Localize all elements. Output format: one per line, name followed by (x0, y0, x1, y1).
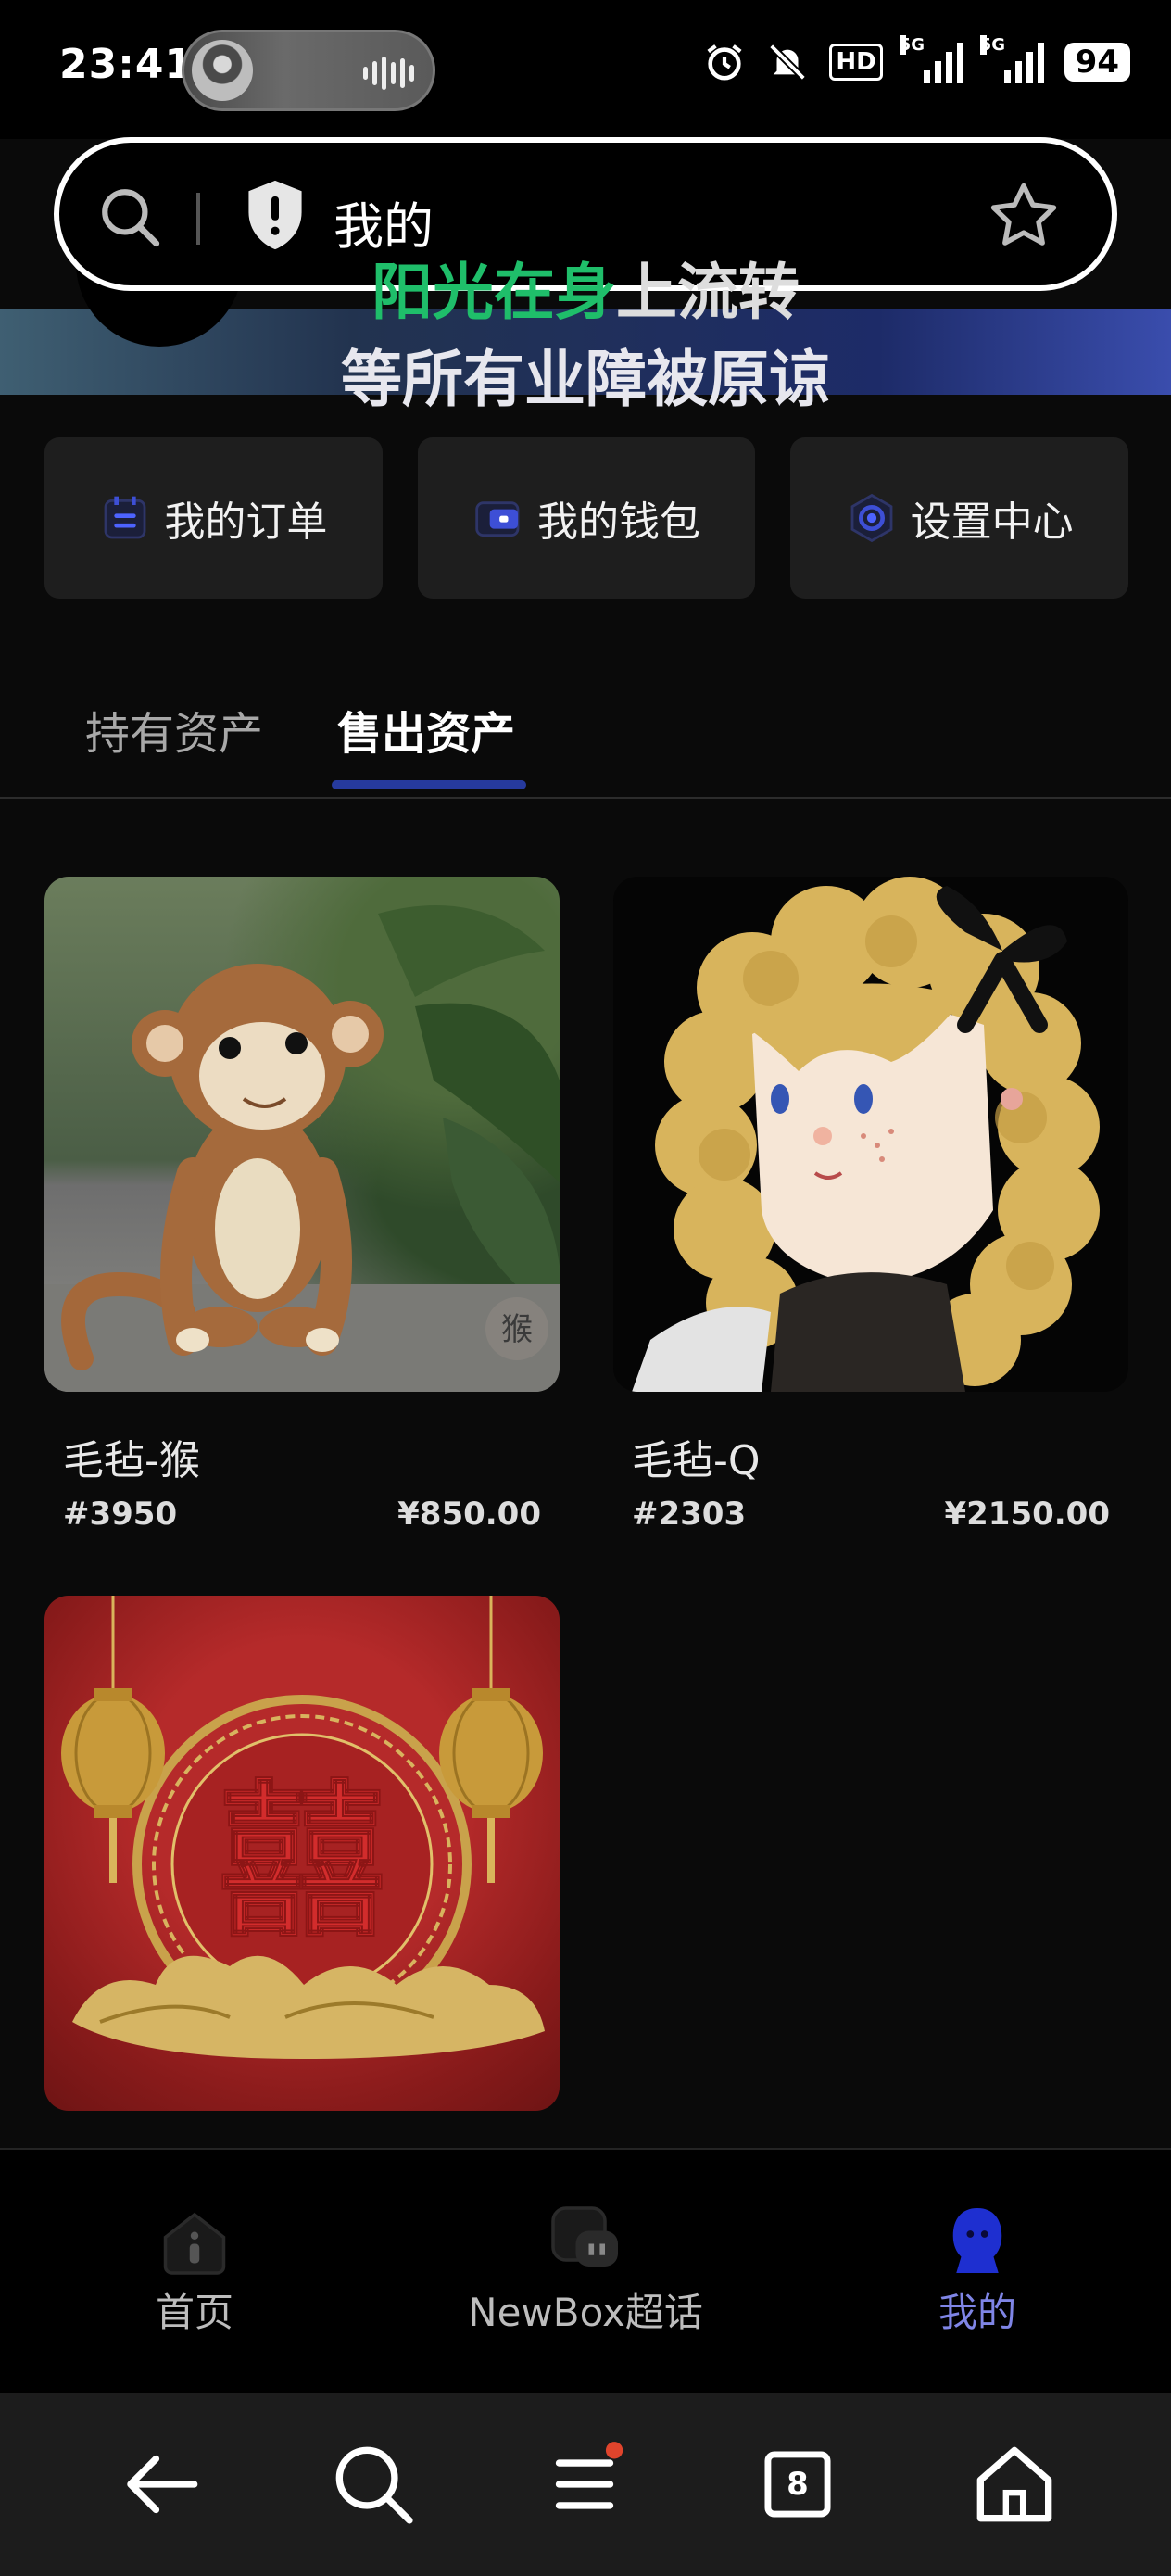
double-happiness-lantern-image[interactable]: 囍 (44, 1596, 560, 2111)
status-time: 23:41 (59, 41, 195, 88)
my-orders-button[interactable]: 我的订单 (44, 437, 383, 599)
nav-label: 首页 (155, 2290, 233, 2335)
home-icon (163, 2212, 226, 2275)
asset-id: #2303 (632, 1496, 747, 1533)
felt-girl-image[interactable] (613, 877, 1128, 1392)
caller-avatar (192, 40, 253, 101)
voice-call-pill[interactable] (182, 30, 435, 111)
double-happiness-symbol: 囍 (219, 1766, 385, 1960)
signal-icon-2: 5G (979, 35, 1044, 83)
wallet-icon (475, 501, 520, 537)
alarm-icon (707, 44, 742, 81)
settings-icon (850, 493, 893, 543)
tab-count: 8 (787, 2466, 809, 2503)
mute-bell-icon (769, 44, 807, 81)
tabs-button[interactable]: 8 (747, 2433, 849, 2535)
search-icon[interactable] (322, 2433, 424, 2535)
back-arrow-icon[interactable] (109, 2433, 211, 2535)
tab-held-assets[interactable]: 持有资产 (85, 697, 263, 762)
divider (196, 193, 200, 245)
asset-card[interactable]: 猴 毛毡-猴 #3950 ¥850.00 (44, 877, 560, 1533)
nav-newbox-forum[interactable]: NewBox超话 (447, 2202, 724, 2338)
signal-icon: 5G (899, 35, 963, 83)
status-bar: 23:41 HD 5G 5G 94 (0, 0, 1171, 139)
active-tab-indicator (332, 780, 526, 789)
order-icon (104, 496, 146, 539)
asset-price: ¥850.00 (397, 1496, 541, 1533)
chat-icon (551, 2206, 618, 2267)
nav-home[interactable]: 首页 (56, 2202, 334, 2338)
asset-price: ¥2150.00 (944, 1496, 1110, 1533)
asset-id: #3950 (63, 1496, 178, 1533)
my-wallet-button[interactable]: 我的钱包 (417, 437, 756, 599)
lantern-illustration: 囍 (61, 1596, 545, 2059)
floating-lyric-line-1: 阳光在身上流转 (371, 257, 800, 328)
quick-actions: 我的订单 我的钱包 设置中心 (44, 437, 1129, 599)
quick-action-label: 我的钱包 (537, 499, 700, 546)
nav-label: NewBox超话 (468, 2290, 703, 2335)
asset-name: 毛毡-Q (632, 1437, 761, 1484)
search-icon[interactable] (96, 183, 165, 252)
quick-action-label: 我的订单 (164, 499, 328, 546)
asset-card[interactable]: 囍 (44, 1596, 560, 2111)
monkey-illustration: 猴 (44, 905, 560, 1392)
tab-sold-assets[interactable]: 售出资产 (337, 697, 515, 762)
asset-name: 毛毡-猴 (63, 1437, 200, 1484)
asset-tabs: 持有资产 售出资产 (0, 649, 1171, 799)
menu-icon[interactable] (534, 2433, 636, 2535)
settings-center-button[interactable]: 设置中心 (790, 437, 1129, 599)
battery-indicator: 94 (1064, 43, 1130, 82)
browser-system-nav: 8 (0, 2393, 1171, 2576)
bottom-nav: 首页 NewBox超话 我的 (0, 2148, 1171, 2393)
status-icons: HD 5G 5G 94 (703, 35, 1130, 83)
audio-wave-icon (363, 55, 414, 92)
nav-label: 我的 (938, 2290, 1016, 2335)
monkey-watermark: 猴 (501, 1311, 533, 1348)
quick-action-label: 设置中心 (910, 499, 1074, 546)
hd-badge: HD (829, 44, 883, 81)
nav-profile[interactable]: 我的 (838, 2202, 1116, 2338)
floating-lyric-line-2: 等所有业障被原谅 (341, 344, 830, 415)
profile-icon (952, 2208, 1002, 2273)
girl-illustration (632, 877, 1100, 1392)
asset-card[interactable]: 毛毡-Q #2303 ¥2150.00 (613, 877, 1128, 1533)
felt-monkey-image[interactable]: 猴 (44, 877, 560, 1392)
shield-icon (248, 180, 302, 250)
home-icon[interactable] (963, 2433, 1065, 2535)
